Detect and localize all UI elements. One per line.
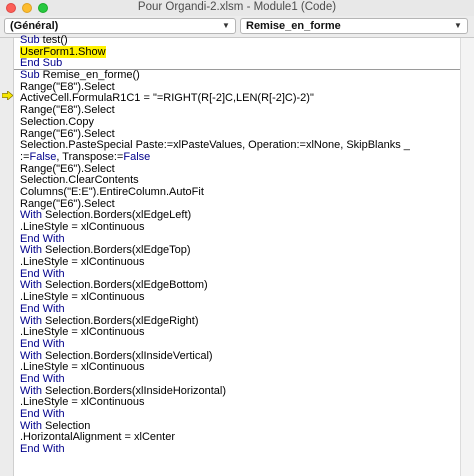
code-keyword: With [20, 279, 42, 292]
code-token: .LineStyle = xlContinuous [20, 221, 145, 233]
code-line[interactable]: .HorizontalAlignment = xlCenter [20, 432, 410, 444]
code-line[interactable]: Sub test() [20, 34, 410, 47]
code-keyword: End With [20, 337, 65, 350]
code-token: Selection.Borders(xlEdgeTop) [42, 244, 191, 257]
code-token: ActiveCell.FormulaR1C1 = "=RIGHT(R[-2]C,… [20, 92, 314, 105]
chevron-down-icon: ▼ [222, 21, 230, 30]
code-token: Selection.Borders(xlInsideHorizontal) [42, 384, 227, 397]
window-title: Pour Organdi-2.xlsm - Module1 (Code) [137, 1, 337, 13]
code-token: .LineStyle = xlContinuous [20, 291, 145, 304]
object-dropdown-value: (Général) [10, 20, 59, 32]
code-token: test() [39, 34, 68, 46]
chevron-down-icon: ▼ [454, 21, 462, 30]
code-token: .LineStyle = xlContinuous [20, 396, 145, 409]
code-keyword: With [20, 349, 42, 362]
code-keyword: Sub [20, 34, 40, 46]
code-keyword: End With [20, 408, 65, 420]
highlighted-statement: UserForm1.Show [20, 45, 106, 58]
code-token: Selection.Borders(xlEdgeBottom) [42, 279, 208, 292]
code-token: Selection.Borders(xlEdgeRight) [42, 314, 199, 327]
procedure-dropdown-value: Remise_en_forme [246, 20, 341, 32]
code-token: Range("E6").Select [20, 127, 115, 140]
title-bar: Pour Organdi-2.xlsm - Module1 (Code) [0, 0, 474, 16]
code-token: Selection.Borders(xlInsideVertical) [42, 349, 213, 362]
code-keyword: With [20, 314, 42, 327]
code-keyword: Sub [20, 69, 40, 82]
code-line[interactable]: .LineStyle = xlContinuous [20, 291, 410, 304]
code-token: .LineStyle = xlContinuous [20, 256, 145, 269]
code-line[interactable]: .LineStyle = xlContinuous [20, 326, 410, 339]
execution-point-arrow-icon [2, 91, 13, 100]
code-keyword: End With [20, 267, 65, 280]
code-keyword: With [20, 244, 42, 257]
code-token: .HorizontalAlignment = xlCenter [20, 431, 175, 444]
code-keyword: End With [20, 443, 65, 456]
code-keyword: With [20, 384, 42, 397]
code-editor[interactable]: Sub test() UserForm1.Show End Sub Sub Remis… [14, 34, 460, 476]
code-keyword: End With [20, 232, 65, 245]
margin-indicator-bar[interactable] [0, 38, 14, 476]
code-keyword: With [20, 419, 42, 432]
code-line[interactable]: End With [20, 443, 410, 456]
code-token: Selection.Copy [20, 115, 94, 128]
vertical-scrollbar[interactable] [460, 38, 474, 476]
procedure-separator [14, 69, 460, 70]
code-keyword: End With [20, 302, 65, 315]
code-token: Selection [42, 419, 91, 432]
code-token: .LineStyle = xlContinuous [20, 361, 145, 374]
code-token: Selection.Borders(xlEdgeLeft) [42, 209, 192, 222]
code-line[interactable]: .LineStyle = xlContinuous [20, 361, 410, 374]
code-token: Selection.PasteSpecial Paste:=xlPasteVal… [20, 139, 410, 152]
vba-editor-window: Pour Organdi-2.xlsm - Module1 (Code) (Gé… [0, 0, 474, 476]
code-keyword: End With [20, 372, 65, 385]
code-token: Range("E8").Select [20, 80, 115, 93]
code-keyword: With [20, 209, 42, 222]
object-dropdown[interactable]: (Général) ▼ [4, 18, 236, 34]
code-line[interactable]: .LineStyle = xlContinuous [20, 396, 410, 409]
code-token: Selection.ClearContents [20, 174, 139, 187]
code-line[interactable]: .LineStyle = xlContinuous [20, 221, 410, 234]
code-token: Range("E8").Select [20, 104, 115, 117]
code-keyword: False [123, 150, 151, 163]
code-text: Sub test() UserForm1.Show End Sub Sub Remis… [20, 34, 410, 456]
code-token: .LineStyle = xlContinuous [20, 326, 145, 339]
code-token: Columns("E:E").EntireColumn.AutoFit [20, 185, 204, 198]
code-keyword: False [29, 150, 57, 163]
code-token: Range("E6").Select [20, 162, 115, 175]
code-line[interactable]: .LineStyle = xlContinuous [20, 256, 410, 269]
code-token: , Transpose:= [56, 150, 124, 163]
code-token: Range("E6").Select [20, 197, 115, 210]
code-keyword: End Sub [20, 57, 63, 70]
procedure-dropdown[interactable]: Remise_en_forme ▼ [240, 18, 468, 34]
code-line[interactable]: UserForm1.Show [20, 45, 410, 59]
code-token: Remise_en_forme() [39, 69, 140, 82]
